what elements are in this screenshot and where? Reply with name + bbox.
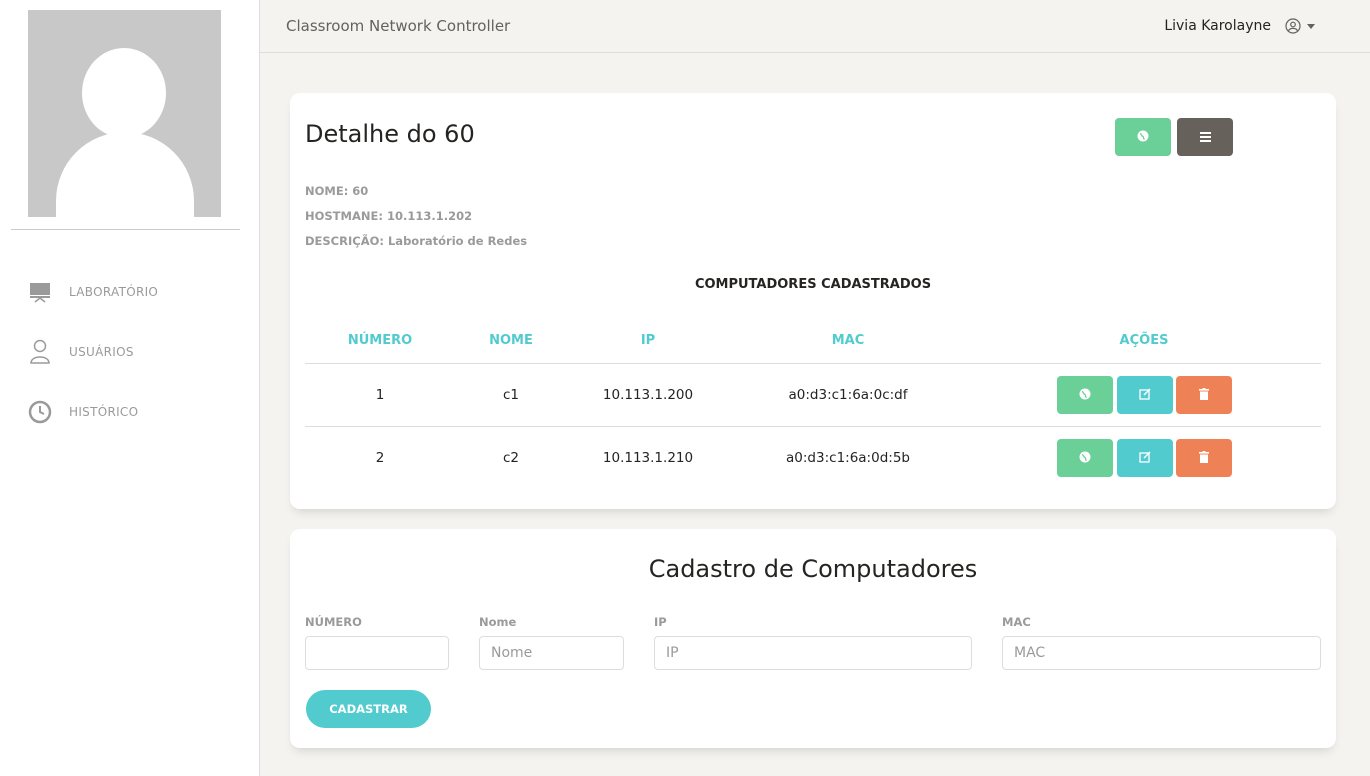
form-title: Cadastro de Computadores (648, 555, 978, 583)
column-header: IP (640, 333, 656, 348)
menu-icon (1199, 130, 1211, 145)
network-button[interactable] (1057, 439, 1113, 477)
globe-icon (1137, 130, 1149, 145)
trash-icon (1199, 450, 1209, 466)
cell-nome: c1 (502, 387, 520, 403)
sidebar-nav: LABORATÓRIO USUÁRIOS HISTÓRICO (0, 262, 260, 442)
nome-field[interactable] (479, 636, 624, 670)
table-row: 2 c2 10.113.1.210 a0:d3:c1:6a:0d:5b (305, 427, 1321, 490)
cell-numero: 1 (375, 387, 385, 403)
sidebar: LABORATÓRIO USUÁRIOS HISTÓRICO (0, 0, 260, 776)
info-descricao: DESCRIÇÃO: Laboratório de Redes (305, 234, 528, 248)
mac-field[interactable] (1002, 636, 1321, 670)
ip-label: IP (654, 615, 667, 629)
numero-label: NÚMERO (305, 615, 362, 629)
user-menu[interactable]: Livia Karolayne (1164, 18, 1315, 34)
ip-field[interactable] (654, 636, 972, 670)
column-header: NÚMERO (347, 333, 413, 348)
cell-numero: 2 (375, 450, 385, 466)
edit-icon (1139, 387, 1151, 403)
cell-mac: a0:d3:c1:6a:0c:df (788, 387, 908, 403)
register-card: Cadastro de Computadores NÚMERO Nome IP … (290, 529, 1336, 748)
list-button[interactable] (1177, 118, 1233, 156)
nome-label: Nome (479, 615, 517, 629)
computers-table: NÚMERO NOME IP MAC AÇÕES 1 c1 10.113.1.2… (305, 323, 1321, 490)
clock-icon (28, 399, 52, 425)
column-header: AÇÕES (1119, 333, 1169, 348)
edit-button[interactable] (1117, 439, 1173, 477)
table-header: NÚMERO NOME IP MAC AÇÕES (305, 323, 1321, 364)
detail-card: Detalhe do 60 NOME: 60 HOSTMANE: 10.113.… (290, 93, 1336, 509)
column-header: MAC (831, 333, 865, 348)
user-circle-icon[interactable] (1285, 18, 1301, 34)
numero-field[interactable] (305, 636, 449, 670)
monitor-icon (28, 279, 52, 305)
user-name[interactable]: Livia Karolayne (1164, 18, 1271, 34)
page-title: Detalhe do 60 (305, 120, 475, 148)
sidebar-item-label: USUÁRIOS (69, 345, 134, 359)
sidebar-item-laboratorio[interactable]: LABORATÓRIO (0, 262, 260, 322)
info-nome: NOME: 60 (305, 184, 369, 198)
cell-ip: 10.113.1.200 (602, 387, 694, 403)
delete-button[interactable] (1176, 439, 1232, 477)
section-title: COMPUTADORES CADASTRADOS (694, 277, 932, 292)
info-hostname: HOSTMANE: 10.113.1.202 (305, 209, 473, 223)
mac-label: MAC (1002, 615, 1031, 629)
edit-icon (1139, 450, 1151, 466)
sidebar-divider (11, 229, 240, 230)
trash-icon (1199, 387, 1209, 403)
sidebar-item-label: HISTÓRICO (69, 405, 139, 419)
globe-icon (1079, 388, 1091, 403)
delete-button[interactable] (1176, 376, 1232, 414)
sidebar-item-historico[interactable]: HISTÓRICO (0, 382, 260, 442)
cell-nome: c2 (502, 450, 520, 466)
chevron-down-icon[interactable] (1307, 23, 1315, 29)
avatar (28, 10, 221, 217)
network-button[interactable] (1115, 118, 1171, 156)
cell-mac: a0:d3:c1:6a:0d:5b (786, 450, 910, 466)
sidebar-item-label: LABORATÓRIO (69, 285, 159, 299)
cell-ip: 10.113.1.210 (602, 450, 694, 466)
column-header: NOME (489, 333, 533, 348)
cadastrar-button[interactable]: CADASTRAR (306, 690, 431, 728)
network-button[interactable] (1057, 376, 1113, 414)
table-row: 1 c1 10.113.1.200 a0:d3:c1:6a:0c:df (305, 364, 1321, 427)
sidebar-item-usuarios[interactable]: USUÁRIOS (0, 322, 260, 382)
top-navbar: Classroom Network Controller Livia Karol… (260, 0, 1370, 53)
edit-button[interactable] (1117, 376, 1173, 414)
app-brand[interactable]: Classroom Network Controller (286, 17, 510, 35)
user-icon (28, 339, 52, 365)
globe-icon (1079, 451, 1091, 466)
